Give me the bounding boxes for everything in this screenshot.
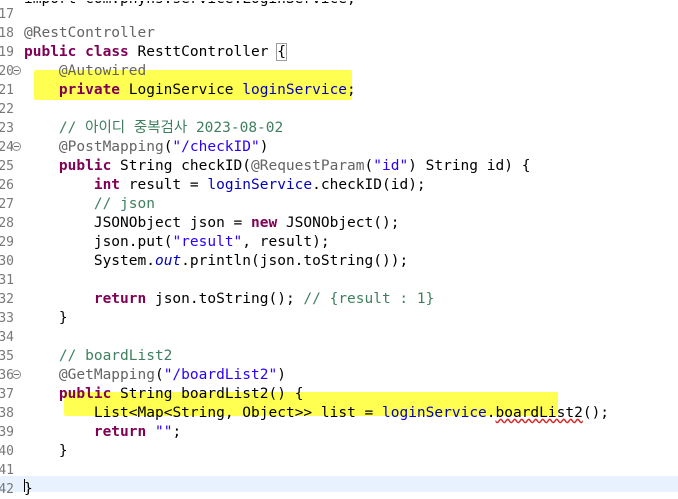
code-line[interactable]: 35 // boardList2	[0, 347, 678, 366]
code-text: List<Map<String, Object>> list = loginSe…	[93, 405, 610, 421]
code-line[interactable]: 33 }	[0, 309, 678, 328]
line-number: 19	[0, 45, 14, 60]
line-number-gutter: 23	[0, 119, 14, 138]
fold-toggle-icon[interactable]	[12, 142, 21, 151]
fold-toggle-icon[interactable]	[12, 370, 21, 379]
code-line[interactable]: 24 @PostMapping("/checkID")	[0, 138, 678, 157]
code-text: }	[24, 481, 33, 497]
line-number: 21	[0, 83, 14, 98]
line-number: 22	[0, 102, 14, 117]
code-text: // 아이디 중복검사 2023-08-02	[58, 120, 284, 136]
code-line[interactable]: 27 // json	[0, 195, 678, 214]
line-number: 34	[0, 330, 14, 345]
code-text: return "";	[93, 424, 182, 440]
code-line[interactable]: 17	[0, 5, 678, 24]
line-number: 40	[0, 444, 14, 459]
line-number-gutter: 26	[0, 176, 14, 195]
code-text: System.out.println(json.toString());	[93, 253, 409, 269]
line-number: 37	[0, 387, 14, 402]
code-line[interactable]: 40 }	[0, 442, 678, 461]
line-number: 17	[0, 7, 14, 22]
line-number-gutter: 17	[0, 5, 14, 24]
line-number-gutter: 35	[0, 347, 14, 366]
code-line[interactable]: 19 public class ResttController {	[0, 43, 678, 62]
code-line[interactable]: 22	[0, 100, 678, 119]
code-text: public String boardList2() {	[58, 386, 304, 402]
line-number-gutter: 34	[0, 328, 14, 347]
line-number: 39	[0, 425, 14, 440]
code-text: public class ResttController {	[24, 43, 287, 61]
code-text: @RestController	[24, 25, 155, 41]
line-number-gutter: 30	[0, 252, 14, 271]
line-number-gutter: 32	[0, 290, 14, 309]
code-line[interactable]: 29 json.put("result", result);	[0, 233, 678, 252]
code-text: private LoginService loginService;	[58, 82, 356, 98]
code-line[interactable]: 20 @Autowired	[0, 62, 678, 81]
code-text: @PostMapping("/checkID")	[58, 139, 269, 155]
line-number-gutter: 39	[0, 423, 14, 442]
code-text: int result = loginService.checkID(id);	[93, 177, 426, 193]
line-number: 35	[0, 349, 14, 364]
code-text: json.put("result", result);	[93, 234, 330, 250]
code-line[interactable]: 25 public String checkID(@RequestParam("…	[0, 157, 678, 176]
code-line[interactable]: 31	[0, 271, 678, 290]
code-line[interactable]: 39 return "";	[0, 423, 678, 442]
line-number: 27	[0, 197, 14, 212]
line-number: 29	[0, 235, 14, 250]
line-number-gutter: 37	[0, 385, 14, 404]
line-number-gutter: 31	[0, 271, 14, 290]
code-line[interactable]: 34	[0, 328, 678, 347]
line-number: 42	[0, 482, 14, 497]
line-number: 33	[0, 311, 14, 326]
fold-toggle-icon[interactable]	[12, 66, 21, 75]
code-line[interactable]: 28 JSONObject json = new JSONObject();	[0, 214, 678, 233]
line-number: 25	[0, 159, 14, 174]
line-number-gutter: 27	[0, 195, 14, 214]
line-number: 32	[0, 292, 14, 307]
code-text: @Autowired	[58, 63, 147, 79]
line-number-gutter: 22	[0, 100, 14, 119]
code-line[interactable]: 26 int result = loginService.checkID(id)…	[0, 176, 678, 195]
code-text: public String checkID(@RequestParam("id"…	[58, 158, 531, 174]
code-editor[interactable]: import com.phyns.service.LoginService;17…	[0, 0, 678, 497]
line-number: 28	[0, 216, 14, 231]
line-number: 31	[0, 273, 14, 288]
code-line[interactable]: 36 @GetMapping("/boardList2")	[0, 366, 678, 385]
code-line[interactable]: 23 // 아이디 중복검사 2023-08-02	[0, 119, 678, 138]
code-text: JSONObject json = new JSONObject();	[93, 215, 400, 231]
code-line[interactable]: 21 private LoginService loginService;	[0, 81, 678, 100]
line-number: 26	[0, 178, 14, 193]
line-number-gutter: 18	[0, 24, 14, 43]
line-number: 38	[0, 406, 14, 421]
line-number-gutter: 21	[0, 81, 14, 100]
code-line[interactable]: 38 List<Map<String, Object>> list = logi…	[0, 404, 678, 423]
code-line[interactable]: 30 System.out.println(json.toString());	[0, 252, 678, 271]
line-number: 30	[0, 254, 14, 269]
line-number-gutter: 41	[0, 461, 14, 480]
code-text: return json.toString(); // {result : 1}	[93, 291, 435, 307]
line-number-gutter: 33	[0, 309, 14, 328]
code-text: // json	[93, 196, 155, 212]
code-line[interactable]: 18 @RestController	[0, 24, 678, 43]
code-text: // boardList2	[58, 348, 173, 364]
line-number-gutter: 29	[0, 233, 14, 252]
line-number-gutter: 25	[0, 157, 14, 176]
line-number-gutter: 40	[0, 442, 14, 461]
code-text: }	[58, 310, 68, 326]
code-text: @GetMapping("/boardList2")	[58, 367, 286, 383]
code-line[interactable]: 32 return json.toString(); // {result : …	[0, 290, 678, 309]
line-number-gutter: 38	[0, 404, 14, 423]
line-number: 41	[0, 463, 14, 478]
code-line[interactable]: 42}	[0, 480, 678, 499]
line-number-gutter: 42	[0, 480, 14, 499]
line-number: 18	[0, 26, 14, 41]
code-line[interactable]: 41	[0, 461, 678, 480]
line-number: 23	[0, 121, 14, 136]
line-number-gutter: 28	[0, 214, 14, 233]
code-line[interactable]: 37 public String boardList2() {	[0, 385, 678, 404]
line-number-gutter: 19	[0, 43, 14, 62]
code-text: }	[58, 443, 68, 459]
